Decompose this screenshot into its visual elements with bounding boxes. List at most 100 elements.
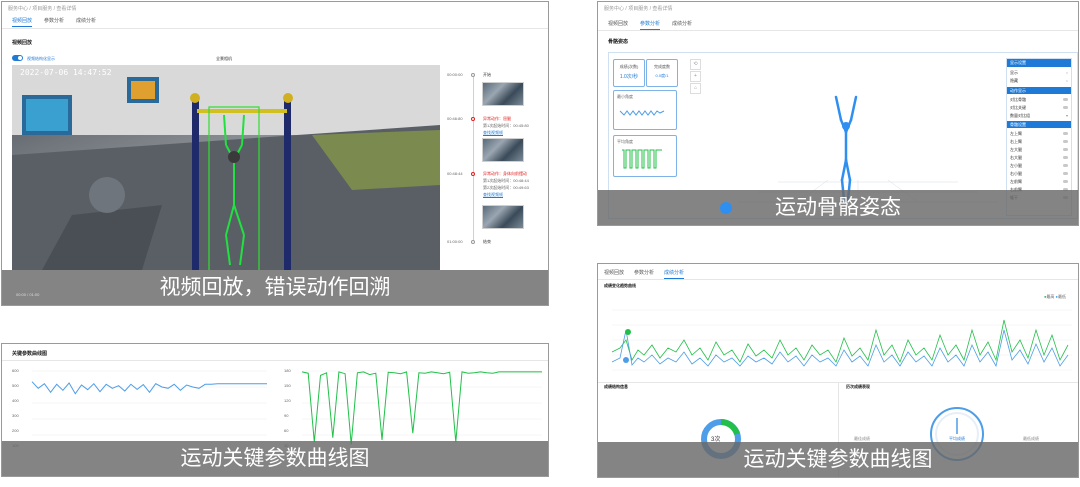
timeline-thumbnail[interactable]	[482, 205, 524, 229]
tab-score-analysis[interactable]: 成绩分析	[672, 20, 692, 30]
tab-score-analysis[interactable]: 成绩分析	[76, 17, 96, 27]
menu-item[interactable]: 对比关键	[1010, 104, 1068, 111]
breadcrumb-sep: /	[649, 6, 651, 12]
series-line	[301, 371, 542, 445]
stat-label: 成绩(次数)	[619, 64, 639, 69]
video-scene	[12, 65, 440, 270]
toggle[interactable]	[1063, 180, 1068, 183]
caption: 运动关键参数曲线图	[598, 442, 1078, 477]
mini-chart: 最小角度	[613, 90, 677, 130]
timeline-label: 结束	[483, 239, 491, 244]
breadcrumb-item[interactable]: 服务中心	[604, 6, 624, 12]
timeline-axis	[473, 75, 474, 243]
bone-label: 右上臂	[1010, 138, 1022, 144]
timeline-error-label: 异常动作：屈腿	[483, 116, 511, 121]
toggle[interactable]	[1063, 132, 1068, 135]
caption: 运动骨骼姿态	[598, 190, 1078, 225]
y-tick: 600	[12, 368, 19, 373]
panel-score-analysis: 视频回放 参数分析 成绩分析 成绩变化趋势曲线 ●最高 ●最低 成绩结构信息 历…	[597, 263, 1079, 478]
menu-item[interactable]: 显示 ○	[1010, 69, 1068, 76]
menu-item-label: 对比关键	[1010, 104, 1026, 110]
breadcrumb-current: 查看详情	[56, 6, 77, 12]
y-tick: 120	[284, 398, 291, 403]
tab-bar: 视频回放 参数分析 成绩分析	[604, 269, 685, 279]
timeline-dot	[471, 73, 475, 77]
structured-display-toggle[interactable]	[12, 55, 23, 61]
menu-item[interactable]: 数量对比组 ▾	[1010, 112, 1068, 119]
timeline-error-dot	[471, 172, 475, 176]
breadcrumb-sep: /	[625, 6, 627, 12]
menu-header: 显示设置	[1007, 59, 1071, 67]
breadcrumb-sep: /	[53, 6, 55, 12]
find-frame-link[interactable]: 查找视频帧	[483, 130, 503, 136]
bone-item[interactable]: 左大腿	[1010, 146, 1068, 153]
stat-value: 1.0次/秒	[619, 74, 639, 80]
toggle[interactable]	[1063, 172, 1068, 175]
video-timestamp: 2022-07-06 14:47:52	[20, 68, 112, 77]
tab-video-playback[interactable]: 视频回放	[604, 269, 624, 279]
rotate-icon[interactable]: ⟲	[690, 59, 701, 70]
breadcrumb-item[interactable]: 服务中心	[8, 6, 28, 12]
panel-parameter-curves: 关键参数曲线图 600 500 400 300 200 100 180 150 …	[1, 343, 549, 477]
timeline-detail: 第1次起始时间：00:45:80	[483, 123, 529, 128]
bone-label: 左小腿	[1010, 162, 1022, 168]
bone-label: 右大腿	[1010, 154, 1022, 160]
panel-video-playback: 服务中心 / 项目服务 / 查看详情 视频回放 参数分析 成绩分析 视频回放 视…	[1, 1, 549, 306]
tab-parameter-analysis[interactable]: 参数分析	[640, 20, 661, 30]
right-chart: 180 150 120 90 60 30	[284, 366, 544, 452]
chevron-down-icon: ▾	[1065, 113, 1068, 118]
bone-item[interactable]: 右大腿	[1010, 154, 1068, 161]
player-time: 00:00 / 01:00	[16, 292, 40, 297]
tab-score-analysis[interactable]: 成绩分析	[664, 269, 685, 279]
bone-item[interactable]: 右小腿	[1010, 170, 1068, 177]
toggle[interactable]	[1063, 148, 1068, 151]
bone-label: 左大腿	[1010, 146, 1022, 152]
bone-label: 左前臂	[1010, 178, 1022, 184]
caption: 视频回放，错误动作回溯	[2, 270, 548, 305]
menu-item[interactable]: 对比骨骼	[1010, 96, 1068, 103]
timeline-time: 00:48:44	[447, 171, 463, 176]
bone-item[interactable]: 左小腿	[1010, 162, 1068, 169]
video-player[interactable]: 2022-07-06 14:47:52	[12, 65, 440, 270]
tab-parameter-analysis[interactable]: 参数分析	[44, 17, 64, 27]
camera-label: 全景相机	[216, 56, 232, 61]
toggle[interactable]	[1063, 164, 1068, 167]
divider	[2, 360, 548, 361]
timeline-thumbnail[interactable]	[482, 138, 524, 162]
tab-video-playback[interactable]: 视频回放	[12, 17, 33, 27]
toggle[interactable]	[1063, 106, 1068, 109]
divider	[2, 28, 548, 29]
timeline: 00:00:00 开始 00:46:80 异常动作：屈腿 第1次起始时间：00:…	[447, 65, 547, 265]
y-tick: 300	[12, 413, 19, 418]
breadcrumb-item[interactable]: 项目服务	[628, 6, 648, 12]
play-button[interactable]	[720, 202, 732, 214]
tab-video-playback[interactable]: 视频回放	[608, 20, 628, 30]
breadcrumb-current: 查看详情	[652, 6, 673, 12]
bone-item[interactable]: 右上臂	[1010, 138, 1068, 145]
zoom-icon[interactable]: +	[690, 71, 701, 82]
section-title: 视频回放	[12, 40, 33, 46]
breadcrumb-item[interactable]: 项目服务	[32, 6, 52, 12]
toggle[interactable]	[1063, 140, 1068, 143]
toggle[interactable]	[1063, 98, 1068, 101]
bone-item[interactable]: 左上臂	[1010, 130, 1068, 137]
sub-title-left: 成绩结构信息	[604, 384, 628, 389]
breadcrumb-sep: /	[29, 6, 31, 12]
timeline-detail: 第2次起始时间：00:49:63	[483, 185, 529, 190]
timeline-detail: 第1次起始时间：00:48:44	[483, 178, 529, 183]
find-frame-link[interactable]: 查找视频帧	[483, 192, 503, 198]
timeline-thumbnail[interactable]	[482, 82, 524, 106]
bone-item[interactable]: 左前臂	[1010, 178, 1068, 185]
reset-icon[interactable]: ⌂	[690, 83, 701, 94]
y-tick: 180	[284, 368, 291, 373]
divider	[598, 30, 1078, 31]
bone-label: 左上臂	[1010, 130, 1022, 136]
toggle[interactable]	[1063, 156, 1068, 159]
menu-item-label: 数量对比组	[1010, 112, 1030, 118]
tab-bar: 视频回放 参数分析 成绩分析	[608, 20, 692, 30]
timeline-time: 00:46:80	[447, 116, 463, 121]
series-line	[31, 381, 267, 395]
menu-item[interactable]: 隐藏 ○	[1010, 77, 1068, 84]
tab-parameter-analysis[interactable]: 参数分析	[634, 269, 654, 279]
legend-label: 最高	[1046, 294, 1055, 299]
